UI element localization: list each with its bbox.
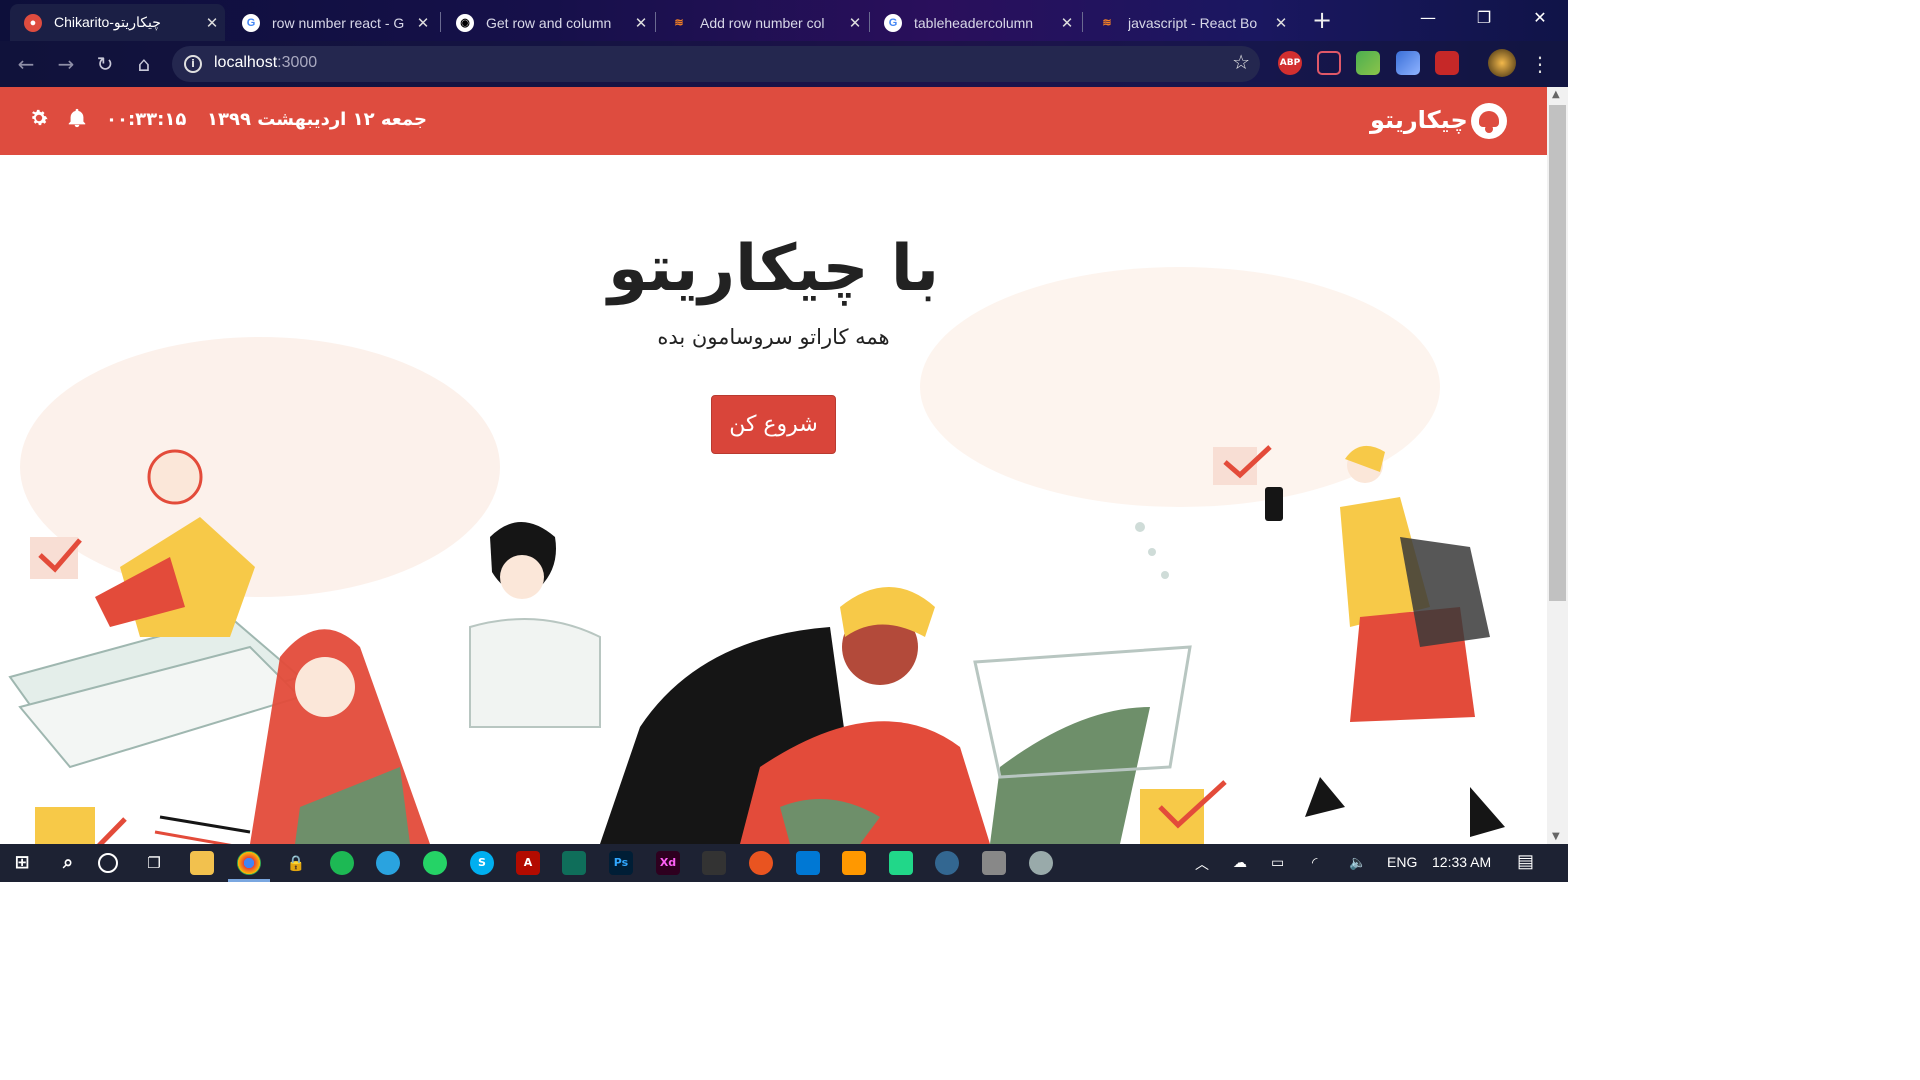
file-explorer-icon[interactable] xyxy=(190,851,214,875)
pycharm-icon[interactable] xyxy=(889,851,913,875)
scroll-up-icon[interactable]: ▲ xyxy=(1552,89,1560,100)
site-info-icon[interactable]: i xyxy=(184,55,202,73)
new-tab-button[interactable]: + xyxy=(1308,6,1336,34)
close-tab-icon[interactable]: ✕ xyxy=(1054,14,1080,32)
home-button[interactable]: ⌂ xyxy=(129,49,159,79)
store-icon[interactable]: 🔒 xyxy=(284,851,308,875)
ubuntu-icon[interactable] xyxy=(749,851,773,875)
pocket-icon[interactable] xyxy=(1317,51,1341,75)
current-time: ۰۰:۳۳:۱۵ xyxy=(106,109,187,130)
system-clock[interactable]: 12:33 AM xyxy=(1432,854,1491,870)
windows-start-icon[interactable]: ⊞ xyxy=(10,851,34,875)
close-tab-icon[interactable]: ✕ xyxy=(1268,14,1294,32)
tab-chikarito[interactable]: ● Chikarito-چیکاریتو ✕ xyxy=(10,4,225,41)
google-icon: G xyxy=(884,13,902,32)
adblock-plus-icon[interactable]: ABP xyxy=(1278,51,1302,75)
tab-title: javascript - React Bo xyxy=(1128,14,1258,31)
postgresql-icon[interactable] xyxy=(935,851,959,875)
telegram-icon[interactable] xyxy=(376,851,400,875)
chikarito-logo-icon: ● xyxy=(24,13,42,32)
notification-bell-icon[interactable] xyxy=(66,107,88,129)
tab-divider xyxy=(1082,12,1083,32)
extension-icon[interactable] xyxy=(1435,51,1459,75)
active-app-indicator xyxy=(228,879,270,882)
sublime-text-icon[interactable] xyxy=(842,851,866,875)
tab-row-number-react[interactable]: G row number react - G ✕ xyxy=(228,4,436,41)
app-icon[interactable] xyxy=(562,851,586,875)
close-tab-icon[interactable]: ✕ xyxy=(628,14,654,32)
minimize-window-button[interactable]: — xyxy=(1400,0,1456,36)
hero-subtitle: همه کاراتو سروسامون بده xyxy=(657,325,890,349)
terminal-icon[interactable] xyxy=(702,851,726,875)
close-window-button[interactable]: ✕ xyxy=(1512,0,1568,36)
browser-chrome: ● Chikarito-چیکاریتو ✕ G row number reac… xyxy=(0,0,1568,87)
wifi-icon[interactable]: ◜ xyxy=(1312,854,1317,871)
reload-button[interactable]: ↻ xyxy=(90,49,120,79)
database-icon[interactable] xyxy=(982,851,1006,875)
close-tab-icon[interactable]: ✕ xyxy=(842,14,868,32)
acrobat-icon[interactable]: A xyxy=(516,851,540,875)
browser-menu-icon[interactable]: ⋮ xyxy=(1530,49,1550,79)
windows-taskbar: ⊞ ⌕ ❐ 🔒 S A Ps Xd ︿ ☁ ▭ ◜ 🔈 ENG 12:33 AM… xyxy=(0,844,1568,882)
color-picker-icon[interactable] xyxy=(1396,51,1420,75)
volume-icon[interactable]: 🔈 xyxy=(1349,854,1366,871)
battery-icon[interactable]: ▭ xyxy=(1271,854,1284,871)
forward-button[interactable]: → xyxy=(51,49,81,79)
url-text: localhost:3000 xyxy=(214,54,317,72)
tab-title: row number react - G xyxy=(272,14,405,31)
tab-strip: ● Chikarito-چیکاریتو ✕ G row number reac… xyxy=(0,0,1568,41)
whatsapp-icon[interactable] xyxy=(423,851,447,875)
app-header: ۰۰:۳۳:۱۵ جمعه ۱۲ اردیبهشت ۱۳۹۹ چیکاریتو xyxy=(0,87,1547,155)
cortana-icon[interactable] xyxy=(98,853,118,873)
tab-javascript-react[interactable]: ≋ javascript - React Bo ✕ xyxy=(1084,4,1294,41)
tab-title: Get row and column xyxy=(486,14,612,31)
scroll-down-icon[interactable]: ▼ xyxy=(1552,831,1560,842)
start-button[interactable]: شروع کن xyxy=(711,395,836,454)
settings-gear-icon[interactable] xyxy=(28,107,50,129)
tab-get-row-column[interactable]: ◉ Get row and column ✕ xyxy=(442,4,654,41)
restore-window-button[interactable]: ❐ xyxy=(1456,0,1512,36)
tab-add-row-number[interactable]: ≋ Add row number col ✕ xyxy=(656,4,868,41)
hero-title: با چیکاریتو xyxy=(608,232,939,306)
action-center-icon[interactable]: ▤ xyxy=(1517,851,1534,872)
bookmark-star-icon[interactable]: ☆ xyxy=(1232,50,1250,74)
profile-avatar[interactable] xyxy=(1488,49,1516,77)
tray-expand-icon[interactable]: ︿ xyxy=(1195,854,1209,874)
scrollbar-thumb[interactable] xyxy=(1549,105,1566,601)
task-view-icon[interactable]: ❐ xyxy=(142,851,166,875)
url-host: localhost xyxy=(214,54,278,71)
tab-title: tableheadercolumn xyxy=(914,14,1034,31)
tab-tableheadercolumn[interactable]: G tableheadercolumn ✕ xyxy=(870,4,1080,41)
google-icon: G xyxy=(242,13,260,32)
github-icon: ◉ xyxy=(456,13,474,32)
brand-name[interactable]: چیکاریتو xyxy=(1370,106,1468,134)
photoshop-icon[interactable]: Ps xyxy=(609,851,633,875)
tab-divider xyxy=(440,12,441,32)
tab-title: Add row number col xyxy=(700,14,825,31)
chikarito-logo-icon[interactable] xyxy=(1471,103,1507,139)
spotify-icon[interactable] xyxy=(330,851,354,875)
browser-toolbar: ← → ↻ ⌂ i localhost:3000 ☆ ABP ⋮ xyxy=(0,41,1568,87)
current-date: جمعه ۱۲ اردیبهشت ۱۳۹۹ xyxy=(207,109,427,130)
close-tab-icon[interactable]: ✕ xyxy=(199,14,225,32)
stackoverflow-icon: ≋ xyxy=(674,17,684,29)
skype-icon[interactable]: S xyxy=(470,851,494,875)
vscode-icon[interactable] xyxy=(796,851,820,875)
onedrive-icon[interactable]: ☁ xyxy=(1233,854,1247,871)
page-scrollbar[interactable]: ▲ ▼ xyxy=(1547,87,1568,844)
chrome-icon[interactable] xyxy=(237,851,261,875)
search-icon[interactable]: ⌕ xyxy=(56,851,80,875)
paint-icon[interactable] xyxy=(1029,851,1053,875)
address-bar[interactable]: i localhost:3000 ☆ xyxy=(172,46,1260,82)
adobe-xd-icon[interactable]: Xd xyxy=(656,851,680,875)
back-button[interactable]: ← xyxy=(11,49,41,79)
close-tab-icon[interactable]: ✕ xyxy=(410,14,436,32)
url-port: :3000 xyxy=(277,54,318,71)
input-language[interactable]: ENG xyxy=(1387,854,1417,870)
stackoverflow-icon: ≋ xyxy=(1102,17,1112,29)
page-viewport: ۰۰:۳۳:۱۵ جمعه ۱۲ اردیبهشت ۱۳۹۹ چیکاریتو … xyxy=(0,87,1547,844)
tab-title: Chikarito-چیکاریتو xyxy=(54,14,161,30)
extension-icon[interactable] xyxy=(1356,51,1380,75)
